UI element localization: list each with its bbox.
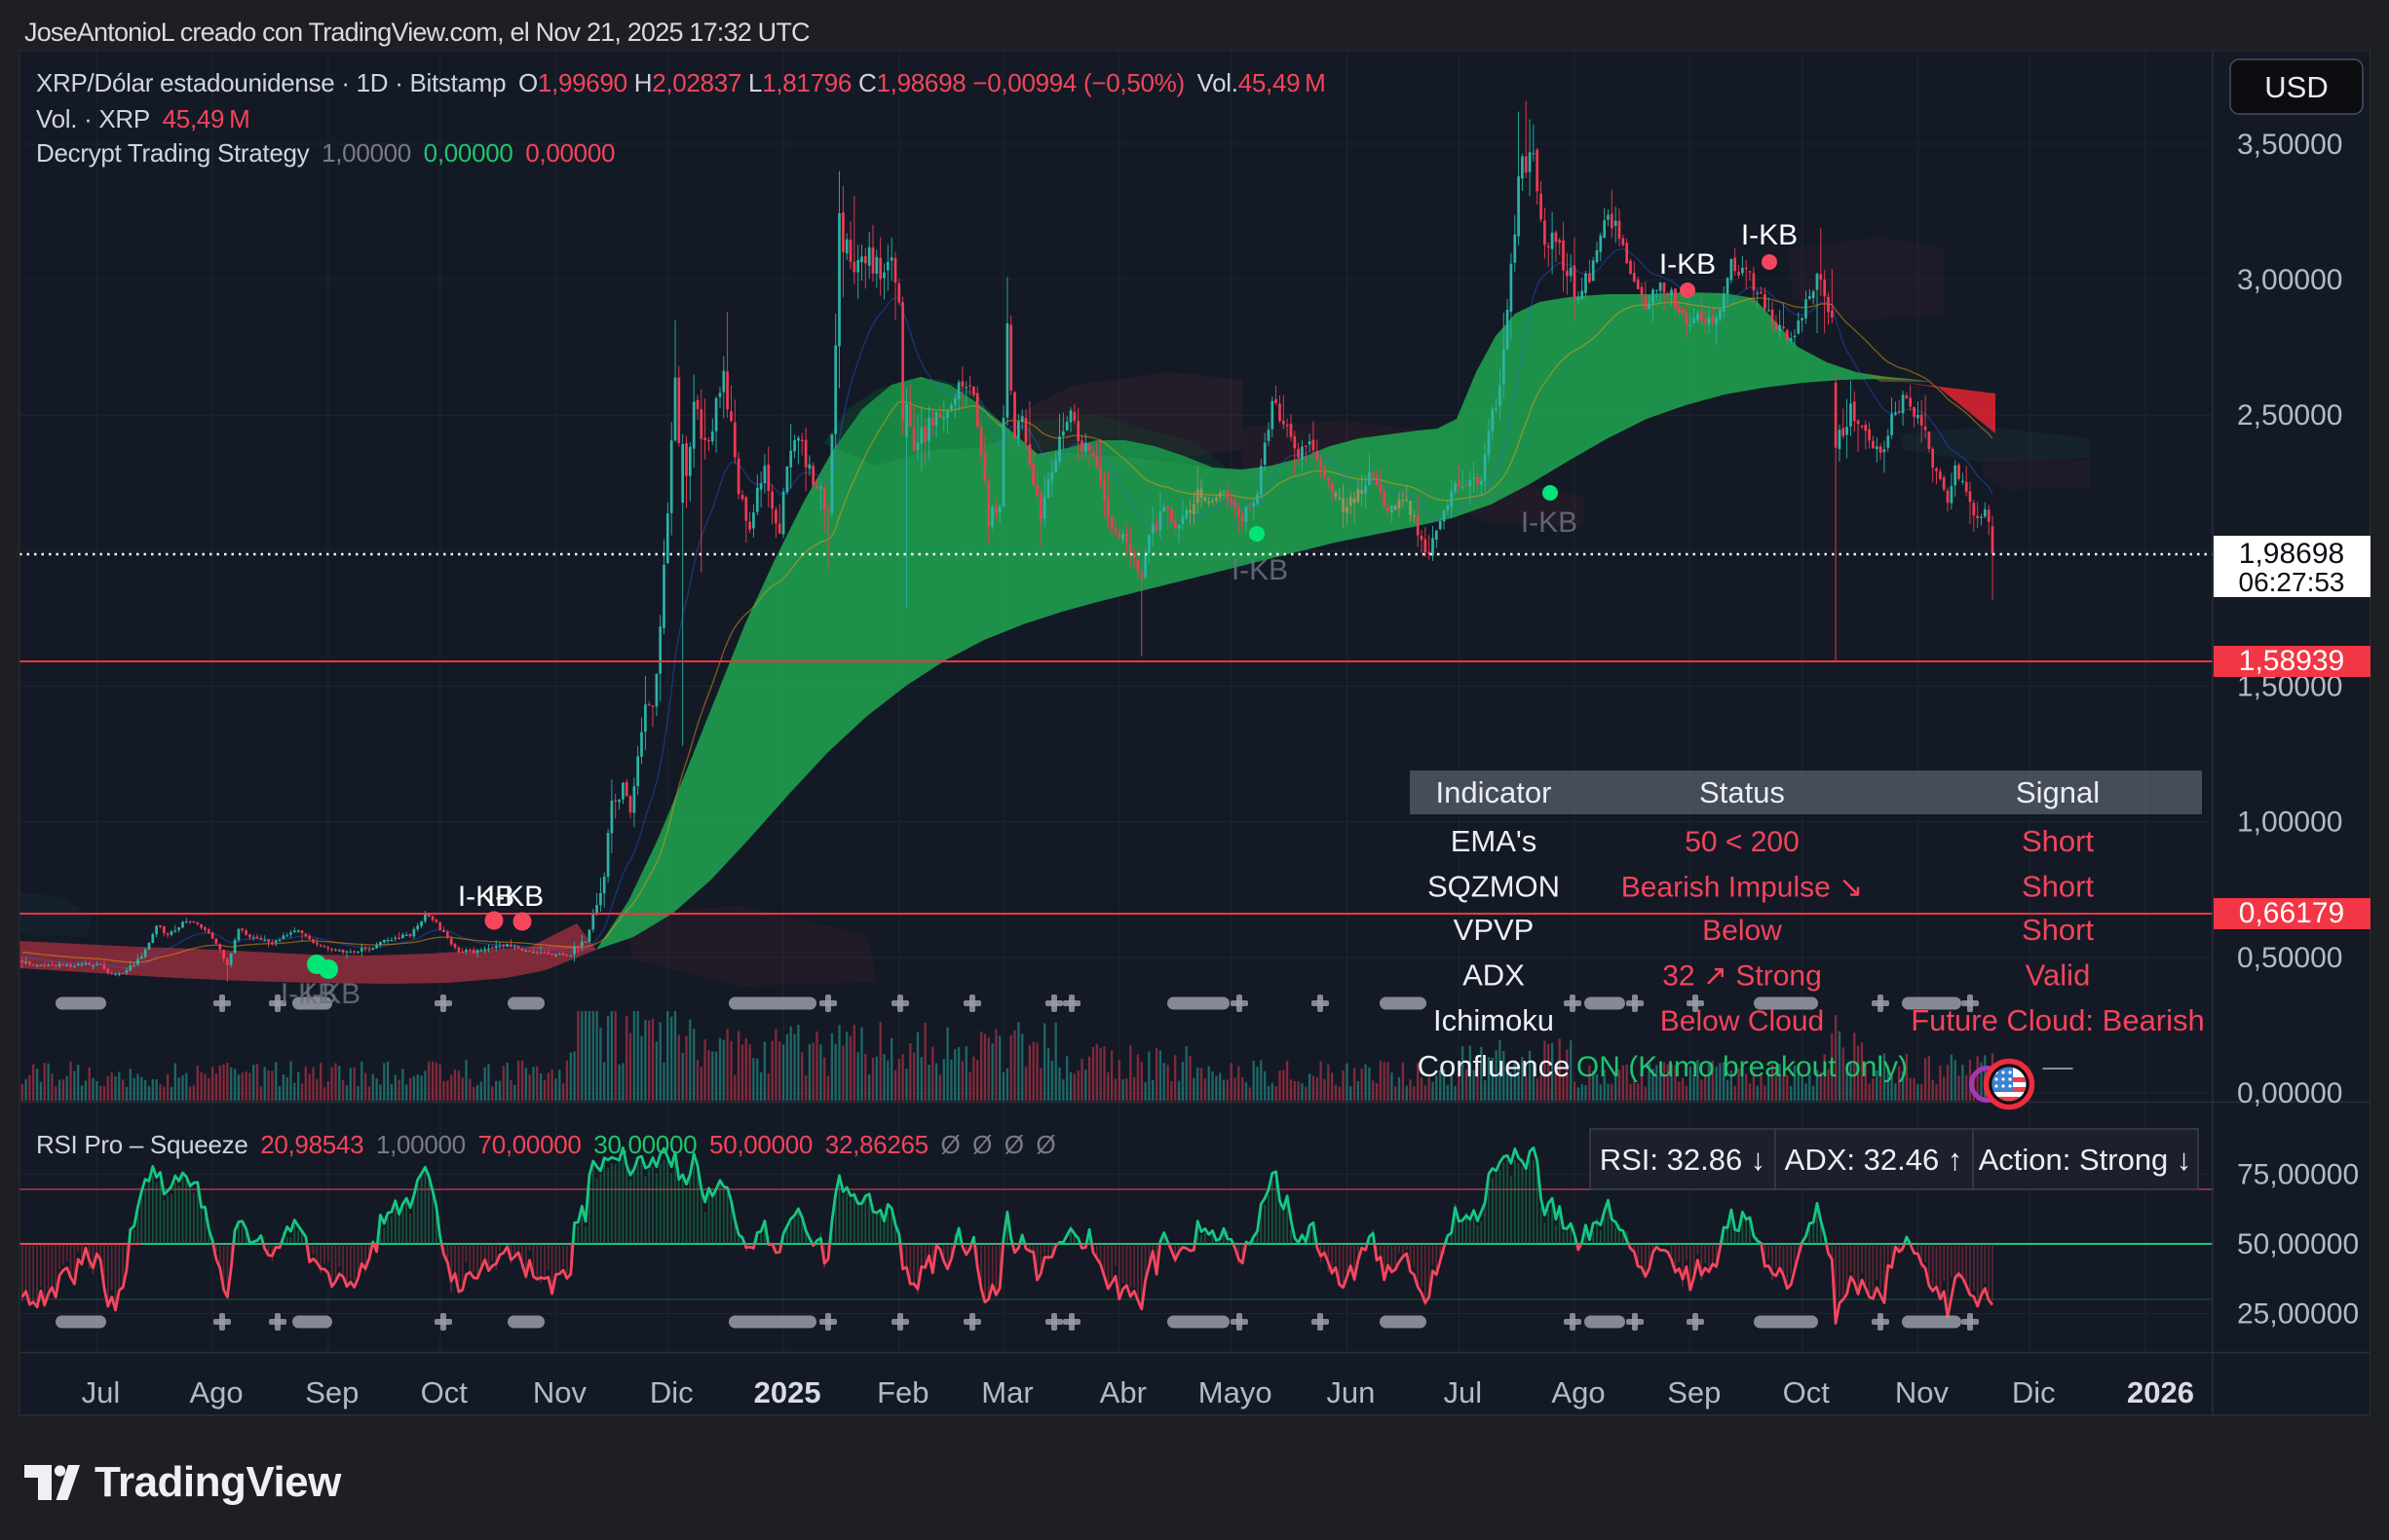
svg-text:0,50000: 0,50000 <box>2237 942 2342 974</box>
svg-text:Short: Short <box>2022 913 2094 947</box>
svg-text:Short: Short <box>2022 824 2094 858</box>
svg-text:Confluence: Confluence <box>1418 1049 1571 1083</box>
svg-text:50 < 200: 50 < 200 <box>1685 826 1800 858</box>
svg-text:VPVP: VPVP <box>1454 913 1535 947</box>
svg-text:Action: Strong ↓: Action: Strong ↓ <box>1979 1143 2192 1177</box>
svg-text:0,00000: 0,00000 <box>2237 1077 2342 1109</box>
svg-text:ADX: 32.46 ↑: ADX: 32.46 ↑ <box>1785 1143 1963 1177</box>
svg-text:06:27:53: 06:27:53 <box>2239 567 2345 597</box>
svg-text:RSI Pro – Squeeze 20,98543 1,0: RSI Pro – Squeeze 20,98543 1,00000 70,00… <box>36 1130 1055 1159</box>
svg-text:Below Cloud: Below Cloud <box>1660 1005 1824 1037</box>
svg-text:Nov: Nov <box>1895 1375 1950 1409</box>
svg-text:Nov: Nov <box>533 1375 588 1409</box>
svg-text:Oct: Oct <box>421 1375 469 1409</box>
svg-text:50,00000: 50,00000 <box>2237 1228 2359 1260</box>
svg-text:USD: USD <box>2264 70 2328 104</box>
svg-text:Jul: Jul <box>82 1375 121 1409</box>
svg-text:Oct: Oct <box>1783 1375 1831 1409</box>
svg-text:75,00000: 75,00000 <box>2237 1159 2359 1191</box>
svg-text:ON (Kumo breakout only): ON (Kumo breakout only) <box>1576 1051 1908 1083</box>
svg-text:1,58939: 1,58939 <box>2239 645 2344 677</box>
svg-text:Sep: Sep <box>305 1375 359 1409</box>
svg-text:TradingView: TradingView <box>95 1458 342 1506</box>
svg-text:RSI: 32.86 ↓: RSI: 32.86 ↓ <box>1600 1143 1766 1177</box>
svg-text:1,98698: 1,98698 <box>2239 538 2344 570</box>
svg-text:Mar: Mar <box>981 1375 1033 1409</box>
svg-text:ADX: ADX <box>1462 958 1525 993</box>
svg-text:I-KB: I-KB <box>304 978 360 1010</box>
svg-text:I-KB: I-KB <box>1232 554 1288 586</box>
svg-text:I-KB: I-KB <box>1521 507 1577 539</box>
svg-text:Dic: Dic <box>2012 1375 2056 1409</box>
svg-text:Ago: Ago <box>190 1375 244 1409</box>
svg-text:0,66179: 0,66179 <box>2239 897 2344 929</box>
svg-text:3,50000: 3,50000 <box>2237 129 2342 161</box>
svg-text:Ago: Ago <box>1551 1375 1605 1409</box>
svg-text:Jul: Jul <box>1443 1375 1482 1409</box>
svg-text:Short: Short <box>2022 870 2094 904</box>
svg-text:I-KB: I-KB <box>1741 219 1798 251</box>
svg-text:Vol. · XRP 45,49 M: Vol. · XRP 45,49 M <box>36 104 249 133</box>
svg-text:Ichimoku: Ichimoku <box>1433 1003 1554 1037</box>
svg-text:Feb: Feb <box>877 1375 929 1409</box>
svg-text:Indicator: Indicator <box>1436 775 1552 809</box>
svg-text:EMA's: EMA's <box>1451 824 1537 858</box>
svg-text:Decrypt Trading Strategy 1,000: Decrypt Trading Strategy 1,00000 0,00000… <box>36 138 615 168</box>
svg-text:Status: Status <box>1699 775 1785 809</box>
svg-text:Jun: Jun <box>1326 1375 1375 1409</box>
svg-text:2,50000: 2,50000 <box>2237 399 2342 432</box>
svg-text:Mayo: Mayo <box>1198 1375 1272 1409</box>
svg-text:Abr: Abr <box>1100 1375 1147 1409</box>
svg-text:JoseAntonioL creado con Tradin: JoseAntonioL creado con TradingView.com,… <box>24 18 810 47</box>
svg-text:Bearish Impulse ↘: Bearish Impulse ↘ <box>1621 872 1864 904</box>
svg-text:SQZMON: SQZMON <box>1427 870 1560 904</box>
svg-text:Valid: Valid <box>2026 958 2091 993</box>
svg-text:Dic: Dic <box>650 1375 694 1409</box>
svg-text:25,00000: 25,00000 <box>2237 1298 2359 1331</box>
svg-text:—: — <box>2043 1049 2073 1083</box>
svg-text:I-KB: I-KB <box>1659 248 1716 281</box>
svg-text:I-KB: I-KB <box>487 881 544 913</box>
svg-text:XRP/Dólar estadounidense · 1D: XRP/Dólar estadounidense · 1D · Bitstamp… <box>36 68 1326 97</box>
svg-text:2025: 2025 <box>754 1375 821 1409</box>
svg-text:2026: 2026 <box>2127 1375 2194 1409</box>
svg-text:32 ↗ Strong: 32 ↗ Strong <box>1662 960 1822 993</box>
svg-text:Below: Below <box>1702 915 1782 947</box>
svg-text:Future Cloud: Bearish: Future Cloud: Bearish <box>1911 1003 2205 1037</box>
svg-text:Sep: Sep <box>1667 1375 1721 1409</box>
svg-text:3,00000: 3,00000 <box>2237 264 2342 296</box>
svg-text:Signal: Signal <box>2016 775 2100 809</box>
svg-text:1,00000: 1,00000 <box>2237 807 2342 839</box>
